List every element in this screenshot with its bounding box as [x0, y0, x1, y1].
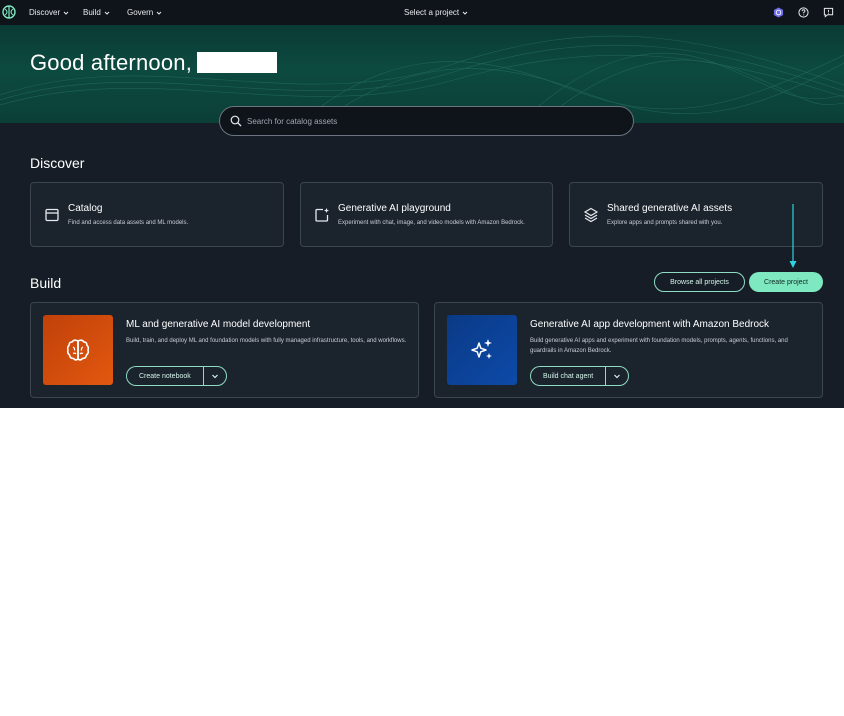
card-title: Shared generative AI assets: [607, 203, 733, 214]
nav-govern-label: Govern: [127, 8, 154, 17]
sparkles-icon: [471, 339, 492, 359]
build-chat-agent-dropdown[interactable]: [605, 366, 630, 386]
nav-build[interactable]: Build: [83, 0, 110, 25]
nav-build-label: Build: [83, 8, 101, 17]
chevron-down-icon: [156, 11, 162, 15]
shared-generative-ai-assets-card[interactable]: Shared generative AI assets Explore apps…: [569, 182, 823, 247]
search-icon: [230, 115, 242, 127]
playground-icon: [315, 208, 329, 222]
catalog-icon: [45, 208, 59, 222]
chevron-down-icon: [63, 11, 69, 15]
app-logo-icon[interactable]: [2, 5, 16, 19]
card-description: Build, train, and deploy ML and foundati…: [126, 338, 407, 344]
generative-ai-playground-card[interactable]: Generative AI playground Experiment with…: [300, 182, 553, 247]
card-title: ML and generative AI model development: [126, 319, 311, 330]
chevron-down-icon: [462, 11, 468, 15]
create-project-button[interactable]: Create project: [749, 272, 823, 292]
bedrock-app-development-card: Generative AI app development with Amazo…: [434, 302, 823, 398]
top-navigation-bar: Discover Build Govern Select a project: [0, 0, 844, 25]
app-root: Discover Build Govern Select a project G…: [0, 0, 844, 408]
discover-section-title: Discover: [30, 155, 85, 171]
card-description: Build generative AI apps and experiment …: [530, 338, 788, 354]
user-badge-icon[interactable]: [773, 7, 784, 18]
card-title: Generative AI app development with Amazo…: [530, 319, 770, 330]
chevron-down-icon: [211, 374, 218, 379]
card-description: Explore apps and prompts shared with you…: [607, 220, 723, 226]
catalog-search-bar[interactable]: [219, 106, 634, 136]
build-chat-agent-split-button: Build chat agent: [530, 366, 630, 386]
ml-model-development-card: ML and generative AI model development B…: [30, 302, 419, 398]
ml-tile: [43, 315, 113, 385]
catalog-search-input[interactable]: [247, 116, 627, 126]
card-title: Catalog: [68, 203, 103, 214]
project-selector-label: Select a project: [404, 8, 460, 17]
chevron-down-icon: [104, 11, 110, 15]
create-notebook-button[interactable]: Create notebook: [126, 366, 203, 386]
greeting-heading: Good afternoon,: [30, 50, 193, 75]
layers-icon: [583, 207, 599, 223]
redacted-username: [197, 52, 277, 73]
catalog-card[interactable]: Catalog Find and access data assets and …: [30, 182, 284, 247]
build-section-title: Build: [30, 275, 62, 291]
feedback-icon[interactable]: [823, 7, 834, 18]
annotation-arrow-icon: [789, 204, 797, 268]
project-selector[interactable]: Select a project: [404, 0, 468, 25]
browse-all-projects-button[interactable]: Browse all projects: [654, 272, 745, 292]
build-chat-agent-button[interactable]: Build chat agent: [530, 366, 606, 386]
create-notebook-dropdown[interactable]: [202, 366, 227, 386]
card-description: Experiment with chat, image, and video m…: [338, 220, 525, 226]
nav-discover[interactable]: Discover: [29, 0, 69, 25]
nav-govern[interactable]: Govern: [127, 0, 162, 25]
card-title: Generative AI playground: [338, 203, 451, 214]
brain-icon: [66, 339, 90, 361]
chevron-down-icon: [614, 374, 621, 379]
create-notebook-split-button: Create notebook: [126, 366, 227, 386]
help-icon[interactable]: [798, 7, 809, 18]
card-description: Find and access data assets and ML model…: [68, 220, 189, 226]
nav-discover-label: Discover: [29, 8, 61, 17]
bedrock-tile: [447, 315, 517, 385]
